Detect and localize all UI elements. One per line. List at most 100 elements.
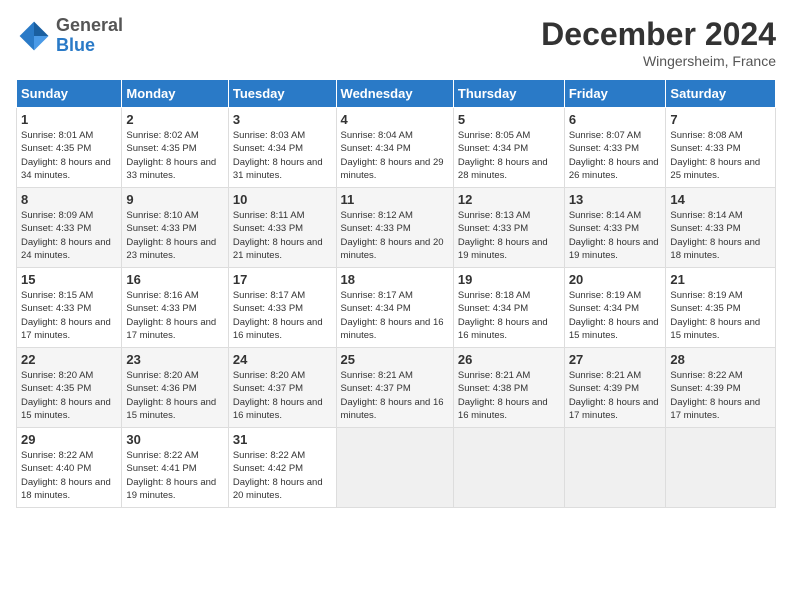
day-info: Sunrise: 8:21 AMSunset: 4:37 PMDaylight:… — [341, 369, 449, 422]
calendar-cell: 15 Sunrise: 8:15 AMSunset: 4:33 PMDaylig… — [17, 268, 122, 348]
calendar-cell: 7 Sunrise: 8:08 AMSunset: 4:33 PMDayligh… — [666, 108, 776, 188]
day-info: Sunrise: 8:22 AMSunset: 4:40 PMDaylight:… — [21, 449, 117, 502]
day-number: 14 — [670, 192, 771, 207]
day-number: 1 — [21, 112, 117, 127]
day-number: 15 — [21, 272, 117, 287]
day-info: Sunrise: 8:14 AMSunset: 4:33 PMDaylight:… — [670, 209, 771, 262]
day-number: 26 — [458, 352, 560, 367]
day-info: Sunrise: 8:21 AMSunset: 4:39 PMDaylight:… — [569, 369, 662, 422]
calendar-cell: 13 Sunrise: 8:14 AMSunset: 4:33 PMDaylig… — [564, 188, 666, 268]
day-number: 23 — [126, 352, 223, 367]
day-number: 31 — [233, 432, 332, 447]
calendar-table: SundayMondayTuesdayWednesdayThursdayFrid… — [16, 79, 776, 508]
calendar-cell: 24 Sunrise: 8:20 AMSunset: 4:37 PMDaylig… — [228, 348, 336, 428]
page-title: December 2024 — [541, 16, 776, 53]
day-header-monday: Monday — [122, 80, 228, 108]
day-header-thursday: Thursday — [453, 80, 564, 108]
day-info: Sunrise: 8:08 AMSunset: 4:33 PMDaylight:… — [670, 129, 771, 182]
day-number: 27 — [569, 352, 662, 367]
calendar-cell — [666, 428, 776, 508]
day-number: 13 — [569, 192, 662, 207]
day-number: 18 — [341, 272, 449, 287]
day-info: Sunrise: 8:16 AMSunset: 4:33 PMDaylight:… — [126, 289, 223, 342]
calendar-cell: 17 Sunrise: 8:17 AMSunset: 4:33 PMDaylig… — [228, 268, 336, 348]
day-number: 24 — [233, 352, 332, 367]
calendar-cell: 2 Sunrise: 8:02 AMSunset: 4:35 PMDayligh… — [122, 108, 228, 188]
calendar-cell — [453, 428, 564, 508]
day-number: 5 — [458, 112, 560, 127]
logo-general: General — [56, 15, 123, 35]
page-header: General Blue December 2024 Wingersheim, … — [16, 16, 776, 69]
calendar-cell — [564, 428, 666, 508]
day-info: Sunrise: 8:11 AMSunset: 4:33 PMDaylight:… — [233, 209, 332, 262]
logo: General Blue — [16, 16, 123, 56]
calendar-cell: 18 Sunrise: 8:17 AMSunset: 4:34 PMDaylig… — [336, 268, 453, 348]
day-number: 7 — [670, 112, 771, 127]
calendar-cell — [336, 428, 453, 508]
day-info: Sunrise: 8:04 AMSunset: 4:34 PMDaylight:… — [341, 129, 449, 182]
day-info: Sunrise: 8:20 AMSunset: 4:35 PMDaylight:… — [21, 369, 117, 422]
calendar-cell: 14 Sunrise: 8:14 AMSunset: 4:33 PMDaylig… — [666, 188, 776, 268]
calendar-cell: 8 Sunrise: 8:09 AMSunset: 4:33 PMDayligh… — [17, 188, 122, 268]
calendar-cell: 11 Sunrise: 8:12 AMSunset: 4:33 PMDaylig… — [336, 188, 453, 268]
week-row-2: 8 Sunrise: 8:09 AMSunset: 4:33 PMDayligh… — [17, 188, 776, 268]
day-number: 20 — [569, 272, 662, 287]
calendar-cell: 26 Sunrise: 8:21 AMSunset: 4:38 PMDaylig… — [453, 348, 564, 428]
day-info: Sunrise: 8:12 AMSunset: 4:33 PMDaylight:… — [341, 209, 449, 262]
day-info: Sunrise: 8:18 AMSunset: 4:34 PMDaylight:… — [458, 289, 560, 342]
day-number: 25 — [341, 352, 449, 367]
day-header-friday: Friday — [564, 80, 666, 108]
day-info: Sunrise: 8:15 AMSunset: 4:33 PMDaylight:… — [21, 289, 117, 342]
day-number: 4 — [341, 112, 449, 127]
day-info: Sunrise: 8:10 AMSunset: 4:33 PMDaylight:… — [126, 209, 223, 262]
calendar-cell: 30 Sunrise: 8:22 AMSunset: 4:41 PMDaylig… — [122, 428, 228, 508]
day-info: Sunrise: 8:21 AMSunset: 4:38 PMDaylight:… — [458, 369, 560, 422]
calendar-cell: 22 Sunrise: 8:20 AMSunset: 4:35 PMDaylig… — [17, 348, 122, 428]
calendar-cell: 12 Sunrise: 8:13 AMSunset: 4:33 PMDaylig… — [453, 188, 564, 268]
day-number: 9 — [126, 192, 223, 207]
day-info: Sunrise: 8:22 AMSunset: 4:41 PMDaylight:… — [126, 449, 223, 502]
page-subtitle: Wingersheim, France — [541, 53, 776, 69]
calendar-cell: 1 Sunrise: 8:01 AMSunset: 4:35 PMDayligh… — [17, 108, 122, 188]
day-info: Sunrise: 8:07 AMSunset: 4:33 PMDaylight:… — [569, 129, 662, 182]
day-number: 22 — [21, 352, 117, 367]
day-info: Sunrise: 8:03 AMSunset: 4:34 PMDaylight:… — [233, 129, 332, 182]
day-number: 8 — [21, 192, 117, 207]
day-number: 21 — [670, 272, 771, 287]
logo-blue: Blue — [56, 35, 95, 55]
day-info: Sunrise: 8:19 AMSunset: 4:35 PMDaylight:… — [670, 289, 771, 342]
calendar-cell: 4 Sunrise: 8:04 AMSunset: 4:34 PMDayligh… — [336, 108, 453, 188]
calendar-cell: 29 Sunrise: 8:22 AMSunset: 4:40 PMDaylig… — [17, 428, 122, 508]
day-header-sunday: Sunday — [17, 80, 122, 108]
calendar-cell: 31 Sunrise: 8:22 AMSunset: 4:42 PMDaylig… — [228, 428, 336, 508]
day-info: Sunrise: 8:17 AMSunset: 4:33 PMDaylight:… — [233, 289, 332, 342]
week-row-5: 29 Sunrise: 8:22 AMSunset: 4:40 PMDaylig… — [17, 428, 776, 508]
calendar-cell: 20 Sunrise: 8:19 AMSunset: 4:34 PMDaylig… — [564, 268, 666, 348]
day-number: 17 — [233, 272, 332, 287]
day-info: Sunrise: 8:20 AMSunset: 4:37 PMDaylight:… — [233, 369, 332, 422]
day-number: 30 — [126, 432, 223, 447]
calendar-cell: 5 Sunrise: 8:05 AMSunset: 4:34 PMDayligh… — [453, 108, 564, 188]
day-info: Sunrise: 8:17 AMSunset: 4:34 PMDaylight:… — [341, 289, 449, 342]
day-info: Sunrise: 8:22 AMSunset: 4:42 PMDaylight:… — [233, 449, 332, 502]
day-number: 12 — [458, 192, 560, 207]
day-number: 10 — [233, 192, 332, 207]
calendar-cell: 3 Sunrise: 8:03 AMSunset: 4:34 PMDayligh… — [228, 108, 336, 188]
day-info: Sunrise: 8:01 AMSunset: 4:35 PMDaylight:… — [21, 129, 117, 182]
day-info: Sunrise: 8:09 AMSunset: 4:33 PMDaylight:… — [21, 209, 117, 262]
days-header-row: SundayMondayTuesdayWednesdayThursdayFrid… — [17, 80, 776, 108]
calendar-cell: 23 Sunrise: 8:20 AMSunset: 4:36 PMDaylig… — [122, 348, 228, 428]
day-number: 3 — [233, 112, 332, 127]
logo-icon — [16, 18, 52, 54]
week-row-4: 22 Sunrise: 8:20 AMSunset: 4:35 PMDaylig… — [17, 348, 776, 428]
day-number: 29 — [21, 432, 117, 447]
title-block: December 2024 Wingersheim, France — [541, 16, 776, 69]
day-number: 11 — [341, 192, 449, 207]
day-number: 19 — [458, 272, 560, 287]
day-header-tuesday: Tuesday — [228, 80, 336, 108]
calendar-cell: 25 Sunrise: 8:21 AMSunset: 4:37 PMDaylig… — [336, 348, 453, 428]
day-number: 16 — [126, 272, 223, 287]
calendar-cell: 10 Sunrise: 8:11 AMSunset: 4:33 PMDaylig… — [228, 188, 336, 268]
week-row-1: 1 Sunrise: 8:01 AMSunset: 4:35 PMDayligh… — [17, 108, 776, 188]
calendar-cell: 28 Sunrise: 8:22 AMSunset: 4:39 PMDaylig… — [666, 348, 776, 428]
